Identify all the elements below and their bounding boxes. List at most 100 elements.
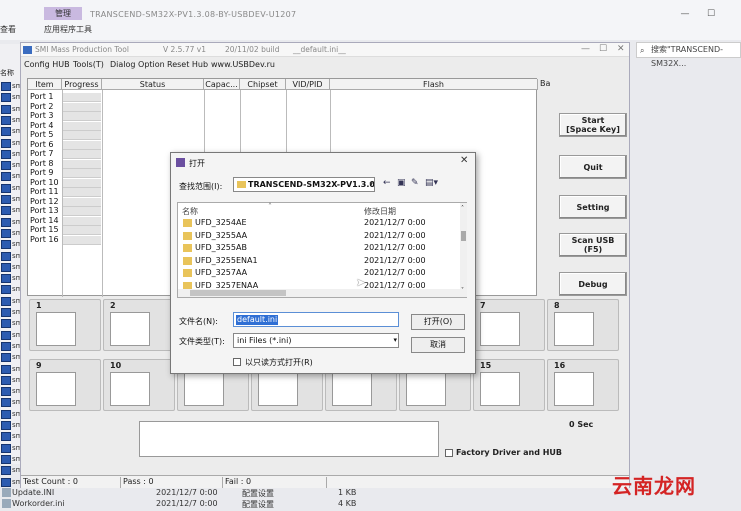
port-label[interactable]: Port 11 bbox=[30, 187, 59, 196]
menu-dialog-option[interactable]: Dialog Option bbox=[110, 60, 165, 69]
maximize-button[interactable]: ☐ bbox=[702, 8, 720, 20]
port-label[interactable]: Port 2 bbox=[30, 102, 54, 111]
list-item[interactable]: Workorder.ini 2021/12/7 0:00 配置设置 4 KB bbox=[0, 499, 741, 510]
file-name: Update.INI bbox=[12, 488, 55, 497]
open-button[interactable]: 打开(O) bbox=[411, 314, 465, 330]
smi-maximize-icon[interactable]: ☐ bbox=[599, 44, 607, 54]
port-label[interactable]: Port 5 bbox=[30, 130, 54, 139]
chevron-down-icon[interactable]: ▾ bbox=[393, 334, 397, 347]
port-progress-bar bbox=[63, 159, 101, 169]
smi-close-icon[interactable]: ✕ bbox=[617, 44, 625, 54]
port-progress-bar bbox=[63, 226, 101, 235]
ribbon-tab-manage[interactable]: 管理 bbox=[44, 7, 82, 20]
column-header-chipset[interactable]: Chipset bbox=[240, 79, 286, 90]
column-header-ba[interactable]: Ba bbox=[540, 79, 550, 88]
port-label[interactable]: Port 12 bbox=[30, 197, 59, 206]
column-header-flash[interactable]: Flash bbox=[330, 79, 538, 90]
file-icon bbox=[1, 251, 11, 261]
look-in-select[interactable]: TRANSCEND-SM32X-PV1.3.08-BY- ▾ bbox=[233, 177, 375, 192]
file-size: 4 KB bbox=[338, 499, 357, 508]
port-label[interactable]: Port 6 bbox=[30, 140, 54, 149]
file-type: 配置设置 bbox=[242, 500, 274, 509]
folder-date: 2021/12/7 0:00 bbox=[364, 243, 426, 252]
column-header-status[interactable]: Status bbox=[102, 79, 204, 90]
scrollbar-thumb[interactable] bbox=[190, 290, 286, 296]
file-icon bbox=[1, 195, 11, 204]
cancel-button[interactable]: 取消 bbox=[411, 337, 465, 353]
folder-date: 2021/12/7 0:00 bbox=[364, 268, 426, 277]
start-button[interactable]: Start [Space Key] bbox=[559, 113, 627, 137]
minimize-button[interactable]: — bbox=[676, 8, 694, 20]
sort-up-icon: ˄ bbox=[268, 202, 272, 211]
menu-tools[interactable]: Tools(T) bbox=[73, 60, 104, 69]
search-input[interactable]: ⌕ 搜索"TRANSCEND-SM32X... bbox=[636, 42, 741, 68]
column-header-item[interactable]: Item bbox=[28, 79, 62, 90]
slot-box: 9 bbox=[29, 359, 101, 411]
file-icon bbox=[1, 432, 11, 442]
port-label[interactable]: Port 16 bbox=[30, 235, 59, 244]
port-label[interactable]: Port 3 bbox=[30, 111, 54, 120]
explorer-title: TRANSCEND-SM32X-PV1.3.08-BY-USBDEV-U1207 bbox=[90, 10, 297, 19]
folder-date: 2021/12/7 0:00 bbox=[364, 255, 426, 265]
scroll-down-icon[interactable]: ˅ bbox=[461, 287, 464, 294]
menu-reset-hub[interactable]: Reset Hub bbox=[167, 60, 208, 69]
menu-usbdev-link[interactable]: www.USBDev.ru bbox=[211, 60, 275, 69]
back-icon[interactable]: ← bbox=[383, 178, 391, 188]
list-item[interactable]: UFD_3254AE 2021/12/7 0:00 bbox=[178, 217, 458, 229]
scrollbar-thumb[interactable] bbox=[461, 231, 466, 241]
list-item[interactable]: UFD_3257AA 2021/12/7 0:00 bbox=[178, 267, 458, 279]
ribbon-app-tools[interactable]: 应用程序工具 bbox=[44, 24, 92, 35]
column-header-date[interactable]: 修改日期 bbox=[364, 206, 396, 217]
smi-ini-name: __default.ini__ bbox=[293, 45, 346, 54]
filename-input[interactable]: default.ini bbox=[233, 312, 399, 327]
file-type: 配置设置 bbox=[242, 489, 274, 498]
port-label[interactable]: Port 8 bbox=[30, 159, 54, 168]
file-icon bbox=[2, 488, 11, 497]
filename-label: 文件名(N): bbox=[179, 317, 218, 326]
explorer-header bbox=[0, 0, 741, 40]
port-label[interactable]: Port 15 bbox=[30, 225, 59, 234]
look-in-label: 查找范围(I): bbox=[179, 182, 223, 191]
view-menu-icon[interactable]: ▤▾ bbox=[425, 178, 438, 188]
readonly-checkbox[interactable] bbox=[233, 358, 241, 366]
list-item[interactable]: UFD_3255ENA1 2021/12/7 0:00 bbox=[178, 255, 458, 267]
quit-button[interactable]: Quit bbox=[559, 155, 627, 179]
horizontal-scrollbar[interactable] bbox=[178, 289, 460, 297]
port-label[interactable]: Port 4 bbox=[30, 121, 54, 130]
scroll-up-icon[interactable]: ˄ bbox=[461, 205, 464, 212]
column-header-name[interactable]: 名称 bbox=[182, 206, 198, 217]
port-progress-bar bbox=[63, 93, 101, 102]
close-icon[interactable]: ✕ bbox=[460, 155, 468, 166]
smi-minimize-icon[interactable]: — bbox=[581, 44, 590, 54]
file-icon bbox=[1, 127, 11, 137]
menu-config-hub[interactable]: Config HUB bbox=[24, 60, 70, 69]
column-header-vidpid[interactable]: VID/PID bbox=[286, 79, 330, 90]
port-label[interactable]: Port 14 bbox=[30, 216, 59, 225]
vertical-scrollbar[interactable]: ˄ ˅ bbox=[460, 203, 467, 297]
file-icon bbox=[1, 398, 11, 408]
port-label[interactable]: Port 10 bbox=[30, 178, 59, 187]
smi-title: SMI Mass Production Tool bbox=[35, 45, 129, 54]
chevron-down-icon[interactable]: ▾ bbox=[369, 178, 373, 191]
ribbon-view-tab[interactable]: 查看 bbox=[0, 24, 16, 35]
list-item[interactable]: UFD_3255AB 2021/12/7 0:00 bbox=[178, 242, 458, 254]
scan-usb-button[interactable]: Scan USB (F5) bbox=[559, 233, 627, 257]
new-folder-icon[interactable]: ✎ bbox=[411, 178, 419, 188]
setting-button[interactable]: Setting bbox=[559, 195, 627, 219]
factory-driver-checkbox[interactable] bbox=[445, 449, 453, 457]
port-label[interactable]: Port 13 bbox=[30, 206, 59, 215]
port-label[interactable]: Port 7 bbox=[30, 149, 54, 158]
folder-icon bbox=[183, 231, 192, 240]
up-folder-icon[interactable]: ▣ bbox=[397, 178, 406, 188]
port-label[interactable]: Port 1 bbox=[30, 92, 54, 101]
list-item[interactable]: UFD_3255AA 2021/12/7 0:00 bbox=[178, 230, 458, 242]
filetype-select[interactable]: ini Files (*.ini) ▾ bbox=[233, 333, 399, 348]
slot-box: 8 bbox=[547, 299, 619, 351]
port-label[interactable]: Port 9 bbox=[30, 168, 54, 177]
port-progress-bar bbox=[63, 169, 101, 178]
port-progress-bar bbox=[63, 131, 101, 140]
column-header-progress[interactable]: Progress bbox=[62, 79, 102, 90]
debug-button[interactable]: Debug bbox=[559, 272, 627, 296]
column-header-capacity[interactable]: Capac... bbox=[204, 79, 240, 90]
slot-number: 9 bbox=[36, 361, 42, 370]
